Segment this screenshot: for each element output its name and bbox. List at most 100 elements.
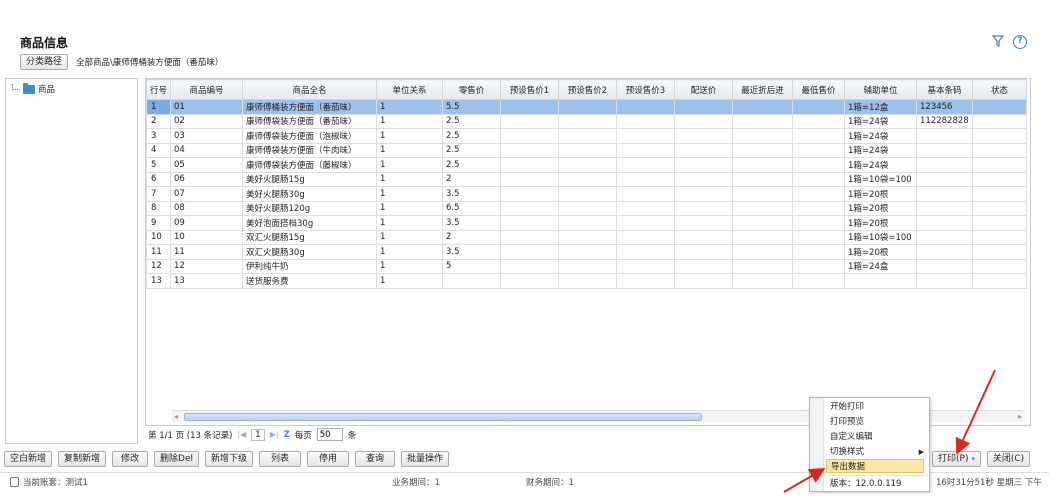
table-cell[interactable]: 07 [170,186,243,202]
table-row[interactable]: 11 11 双汇火腿肠30g 1 3.5 1箱=20根 [146,244,1027,260]
row-number-cell[interactable]: 10 [146,229,171,245]
table-cell[interactable]: 1箱=20根 [844,244,917,260]
table-cell[interactable]: 1 [376,113,443,129]
table-cell[interactable] [616,258,675,274]
tree-node-root[interactable]: 商品 [6,79,137,99]
search-button[interactable]: 查询 [355,451,396,467]
table-cell[interactable] [792,171,845,187]
help-icon[interactable]: ? [1013,35,1027,49]
table-cell[interactable] [916,142,973,158]
column-header[interactable]: 商品编号 [170,79,243,100]
table-cell[interactable]: 康师傅袋装方便面（藤椒味） [242,157,377,173]
table-cell[interactable]: 美好火腿肠30g [242,186,377,202]
close-button[interactable]: 关闭(C) [986,451,1031,467]
table-cell[interactable] [558,128,617,144]
table-row[interactable]: 2 02 康师傅袋装方便面（番茄味） 1 2.5 1箱=24袋 112282828 [146,113,1027,129]
list-button[interactable]: 列表 [259,451,302,467]
table-cell[interactable]: 1 [376,99,443,115]
row-number-cell[interactable]: 2 [146,113,171,129]
table-cell[interactable]: 美好火腿肠15g [242,171,377,187]
table-cell[interactable] [616,157,675,173]
table-cell[interactable]: 1箱=10袋=100 [844,171,917,187]
table-cell[interactable]: 双汇火腿肠15g [242,229,377,245]
table-cell[interactable] [500,128,559,144]
table-cell[interactable]: 1 [376,258,443,274]
scrollbar-thumb[interactable] [184,413,702,421]
table-cell[interactable] [558,113,617,129]
table-cell[interactable] [732,99,793,115]
table-cell[interactable] [674,215,733,231]
table-cell[interactable] [616,229,675,245]
table-cell[interactable] [500,229,559,245]
table-cell[interactable]: 2.5 [442,142,501,158]
table-cell[interactable]: 5.5 [442,99,501,115]
filter-icon[interactable] [991,35,1005,49]
table-cell[interactable]: 06 [170,171,243,187]
table-cell[interactable] [916,229,973,245]
table-cell[interactable]: 1箱=20根 [844,215,917,231]
table-cell[interactable] [500,200,559,216]
table-row[interactable]: 9 09 美好泡面搭档30g 1 3.5 1箱=20根 [146,215,1027,231]
table-cell[interactable] [558,273,617,289]
table-cell[interactable] [792,200,845,216]
column-header[interactable]: 零售价 [442,79,501,100]
table-cell[interactable] [972,171,1027,187]
copy-new-button[interactable]: 复制新增 [58,451,107,467]
table-cell[interactable] [972,99,1027,115]
table-cell[interactable] [500,113,559,129]
table-cell[interactable] [972,186,1027,202]
table-cell[interactable]: 04 [170,142,243,158]
table-cell[interactable]: 123456 [916,99,973,115]
table-cell[interactable] [916,200,973,216]
table-cell[interactable]: 6.5 [442,200,501,216]
current-page[interactable]: 1 [251,428,265,441]
table-cell[interactable]: 1 [376,200,443,216]
row-number-cell[interactable]: 4 [146,142,171,158]
table-cell[interactable]: 1 [376,273,443,289]
table-cell[interactable]: 09 [170,215,243,231]
category-path-button[interactable]: 分类路径 [20,54,69,70]
table-row[interactable]: 6 06 美好火腿肠15g 1 2 1箱=10袋=100 [146,171,1027,187]
table-cell[interactable] [558,244,617,260]
table-cell[interactable] [916,258,973,274]
table-cell[interactable] [616,273,675,289]
table-cell[interactable]: 1 [376,157,443,173]
table-cell[interactable] [732,142,793,158]
table-cell[interactable] [972,142,1027,158]
table-cell[interactable] [558,142,617,158]
table-cell[interactable] [442,273,501,289]
first-page-icon[interactable]: |◀ [237,430,246,439]
table-row[interactable]: 4 04 康师傅袋装方便面（牛肉味） 1 2.5 1箱=24袋 [146,142,1027,158]
row-number-cell[interactable]: 5 [146,157,171,173]
table-cell[interactable] [732,215,793,231]
table-cell[interactable]: 1 [376,142,443,158]
table-row[interactable]: 5 05 康师傅袋装方便面（藤椒味） 1 2.5 1箱=24袋 [146,157,1027,173]
table-cell[interactable] [972,273,1027,289]
table-cell[interactable] [558,215,617,231]
scroll-left-icon[interactable]: ◂ [174,412,178,421]
row-number-cell[interactable]: 9 [146,215,171,231]
column-header[interactable]: 最低售价 [792,79,845,100]
table-cell[interactable] [500,258,559,274]
table-cell[interactable] [674,99,733,115]
table-cell[interactable]: 12 [170,258,243,274]
column-header[interactable]: 预设售价3 [616,79,675,100]
table-cell[interactable] [916,244,973,260]
menu-item-start-print[interactable]: 开始打印 [830,400,928,414]
column-header[interactable]: 预设售价2 [558,79,617,100]
table-cell[interactable]: 3.5 [442,244,501,260]
table-cell[interactable] [674,258,733,274]
table-cell[interactable]: 1箱=24盒 [844,258,917,274]
table-cell[interactable] [792,258,845,274]
menu-item-print-preview[interactable]: 打印预览 [830,415,928,429]
last-page-icon[interactable]: ▶| [270,430,279,439]
table-row[interactable]: 1 01 康师傅桶装方便面（番茄味） 1 5.5 1箱=12盒 123456 [146,99,1027,115]
table-cell[interactable]: 1 [376,171,443,187]
table-cell[interactable]: 1箱=10袋=100 [844,229,917,245]
table-cell[interactable] [916,171,973,187]
table-cell[interactable]: 08 [170,200,243,216]
table-cell[interactable] [500,99,559,115]
table-cell[interactable] [558,229,617,245]
table-cell[interactable] [972,215,1027,231]
table-cell[interactable]: 康师傅袋装方便面（牛肉味） [242,142,377,158]
